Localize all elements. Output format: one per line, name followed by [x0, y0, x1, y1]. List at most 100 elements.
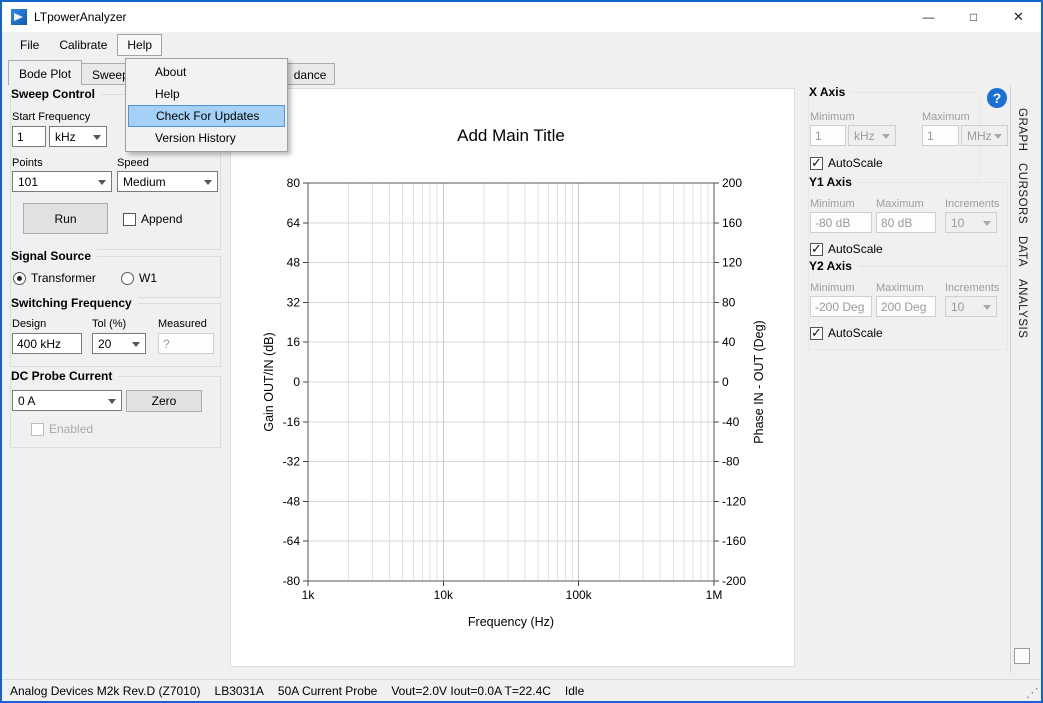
x-autoscale-checkbox[interactable]: AutoScale [810, 156, 883, 170]
side-tab-analysis[interactable]: ANALYSIS [1016, 279, 1028, 338]
menu-help[interactable]: Help [117, 34, 162, 56]
dc-probe-current-title: DC Probe Current [11, 369, 118, 383]
y2-tick-label: -120 [722, 494, 746, 508]
maximize-button[interactable]: □ [951, 2, 996, 32]
measured-field [158, 333, 214, 354]
switching-frequency-title: Switching Frequency [11, 296, 138, 310]
close-button[interactable]: ✕ [996, 2, 1041, 32]
bode-plot: 8020064160481203280164000-16-40-32-80-48… [231, 89, 794, 666]
y2-tick-label: 200 [722, 176, 742, 190]
radio-circle [13, 272, 26, 285]
y2-tick-label: -40 [722, 415, 740, 429]
x-min-unit-value: kHz [854, 129, 875, 143]
run-button[interactable]: Run [23, 203, 108, 234]
x-max-label: Maximum [922, 111, 970, 123]
x-autoscale-label: AutoScale [828, 156, 883, 170]
menu-item-check-for-updates[interactable]: Check For Updates [128, 105, 285, 127]
speed-select[interactable]: Medium [117, 171, 218, 192]
menu-item-about[interactable]: About [126, 61, 287, 83]
checkbox-box [123, 213, 136, 226]
y2-autoscale-checkbox[interactable]: AutoScale [810, 326, 883, 340]
menu-item-version-history[interactable]: Version History [126, 127, 287, 149]
y1-tick-label: -32 [283, 455, 301, 469]
y2-tick-label: 120 [722, 256, 742, 270]
y1-tick-label: 32 [287, 295, 301, 309]
side-tab-graph[interactable]: GRAPH [1016, 108, 1028, 151]
start-frequency-unit-value: kHz [55, 130, 76, 144]
checkbox-box [810, 157, 823, 170]
y2-axis-group: Y2 Axis Minimum Maximum Increments 10 Au… [808, 266, 1008, 350]
side-tab-cursors[interactable]: CURSORS [1016, 163, 1028, 224]
dc-probe-current-select[interactable]: 0 A [12, 390, 122, 411]
y1-autoscale-checkbox[interactable]: AutoScale [810, 242, 883, 256]
y1-increments-value: 10 [951, 216, 964, 230]
x-tick-label: 1k [302, 588, 316, 602]
points-select[interactable]: 101 [12, 171, 112, 192]
chevron-down-icon [132, 342, 140, 347]
dc-probe-current-value: 0 A [18, 394, 35, 408]
x-min-input [810, 125, 846, 146]
x-tick-label: 100k [566, 588, 593, 602]
start-frequency-label: Start Frequency [12, 111, 90, 123]
speed-value: Medium [123, 175, 166, 189]
dc-probe-current-group: DC Probe Current 0 A Zero Enabled [10, 376, 221, 448]
chevron-down-icon [204, 180, 212, 185]
radio-transformer[interactable]: Transformer [13, 271, 96, 285]
start-frequency-unit-select[interactable]: kHz [49, 126, 107, 147]
y2-increments-select: 10 [945, 296, 997, 317]
y1-tick-label: 80 [287, 176, 301, 190]
y1-increments-label: Increments [945, 198, 999, 210]
x-max-input [922, 125, 959, 146]
y2-axis-label: Phase IN - OUT (Deg) [752, 320, 766, 443]
start-frequency-input[interactable] [12, 126, 46, 147]
y2-axis-title: Y2 Axis [809, 259, 858, 273]
radio-w1[interactable]: W1 [121, 271, 157, 285]
title-bar: LTpowerAnalyzer — □ ✕ [2, 2, 1041, 32]
x-axis-label: Frequency (Hz) [468, 615, 554, 629]
sweep-control-panel: Sweep Control Start Frequency kHz Points… [10, 88, 221, 673]
status-bar: Analog Devices M2k Rev.D (Z7010) LB3031A… [2, 679, 1041, 701]
y1-max-input [876, 212, 936, 233]
y1-min-label: Minimum [810, 198, 855, 210]
y2-tick-label: -160 [722, 534, 746, 548]
checkbox-box [810, 243, 823, 256]
x-max-unit-select: MHz [961, 125, 1008, 146]
y2-tick-label: 80 [722, 295, 736, 309]
menu-file[interactable]: File [10, 34, 49, 56]
checkbox-box [810, 327, 823, 340]
sweep-control-title: Sweep Control [11, 87, 101, 101]
chart-title: Add Main Title [457, 126, 565, 145]
status-state: Idle [565, 684, 584, 698]
speed-label: Speed [117, 157, 149, 169]
design-label: Design [12, 318, 46, 330]
y1-tick-label: 64 [287, 216, 301, 230]
panel-corner-button[interactable] [1014, 648, 1030, 664]
append-checkbox[interactable]: Append [123, 212, 182, 226]
design-input[interactable] [12, 333, 82, 354]
points-value: 101 [18, 175, 38, 189]
y1-axis-title: Y1 Axis [809, 175, 858, 189]
resize-grip[interactable]: ⋰ [1026, 685, 1039, 701]
x-axis-title: X Axis [809, 85, 851, 99]
side-tab-data[interactable]: DATA [1016, 236, 1028, 267]
axes-settings-panel: ? X Axis Minimum Maximum kHz MHz AutoSca… [808, 86, 1008, 671]
y1-tick-label: 48 [287, 256, 301, 270]
y1-axis-group: Y1 Axis Minimum Maximum Increments 10 Au… [808, 182, 1008, 266]
y2-min-input [810, 296, 872, 317]
chevron-down-icon [98, 180, 106, 185]
y1-tick-label: 0 [293, 375, 300, 389]
chevron-down-icon [983, 305, 991, 310]
tab-bode-plot[interactable]: Bode Plot [8, 60, 82, 85]
y1-max-label: Maximum [876, 198, 924, 210]
help-icon[interactable]: ? [987, 88, 1007, 108]
zero-button[interactable]: Zero [126, 390, 202, 412]
enabled-label: Enabled [49, 422, 93, 436]
minimize-button[interactable]: — [906, 2, 951, 32]
y1-tick-label: -16 [283, 415, 301, 429]
menu-calibrate[interactable]: Calibrate [49, 34, 117, 56]
tol-select[interactable]: 20 [92, 333, 146, 354]
menu-item-help[interactable]: Help [126, 83, 287, 105]
signal-source-group: Signal Source Transformer W1 [10, 256, 221, 298]
y1-tick-label: -48 [283, 494, 301, 508]
tol-label: Tol (%) [92, 318, 126, 330]
